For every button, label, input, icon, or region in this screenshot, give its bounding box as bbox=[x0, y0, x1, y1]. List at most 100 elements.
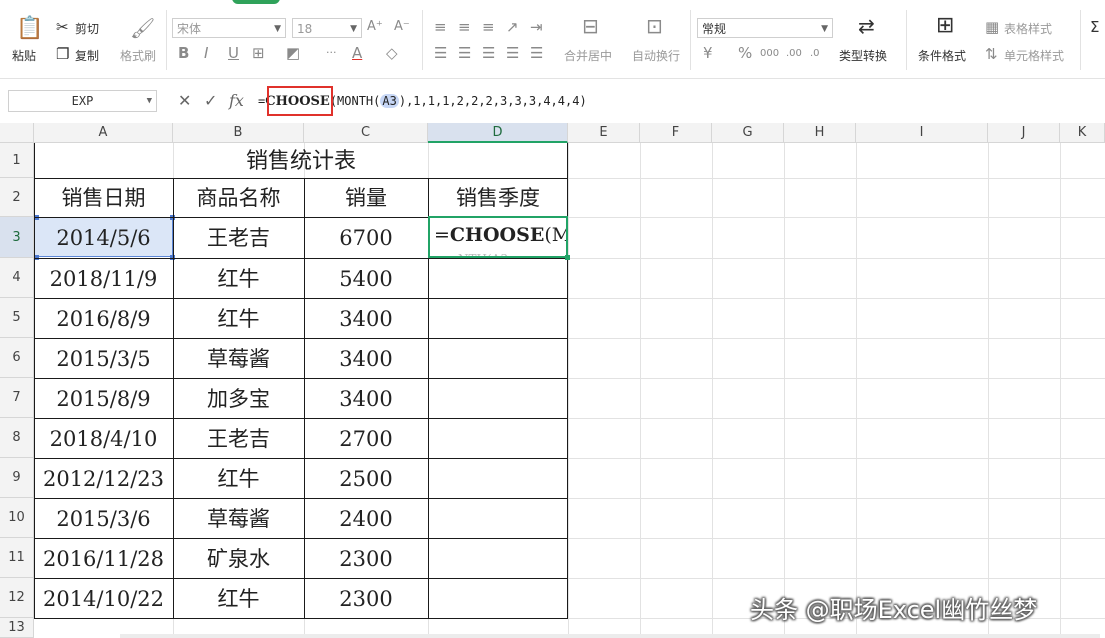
format-painter-icon[interactable]: 🖌 bbox=[130, 18, 155, 38]
font-size-select[interactable]: 18 ▼ bbox=[292, 18, 362, 38]
row-header-8[interactable]: 8 bbox=[0, 418, 34, 458]
row-header-2[interactable]: 2 bbox=[0, 178, 34, 217]
table-cell[interactable]: 王老吉 bbox=[173, 418, 304, 458]
confirm-icon[interactable]: ✓ bbox=[204, 91, 217, 111]
increase-font-icon[interactable]: A⁺ bbox=[367, 19, 383, 35]
column-header-j[interactable]: J bbox=[988, 123, 1060, 143]
italic-icon[interactable]: I bbox=[204, 45, 208, 61]
merge-center-button[interactable]: 合并居中 bbox=[564, 47, 612, 64]
indent-icon[interactable]: ⇥ bbox=[530, 19, 543, 35]
table-cell[interactable]: 2015/8/9 bbox=[34, 378, 173, 418]
table-cell[interactable]: 2018/4/10 bbox=[34, 418, 173, 458]
align-top-icon[interactable]: ≡ bbox=[434, 19, 447, 35]
table-cell[interactable]: 3400 bbox=[304, 378, 428, 418]
table-cell[interactable]: 2014/5/6 bbox=[34, 217, 173, 258]
orientation-icon[interactable]: ↗ bbox=[506, 19, 519, 35]
distributed-icon[interactable]: ☰ bbox=[530, 45, 543, 61]
align-left-icon[interactable]: ☰ bbox=[434, 45, 447, 61]
name-box[interactable]: EXP ▼ bbox=[8, 90, 157, 112]
conditional-format-icon[interactable]: ⊞ bbox=[936, 15, 954, 37]
type-convert-button[interactable]: 类型转换 bbox=[839, 47, 887, 64]
row-header-13[interactable]: 13 bbox=[0, 618, 34, 638]
cell-style-icon[interactable]: ⇅ bbox=[985, 46, 998, 62]
align-middle-icon[interactable]: ≡ bbox=[458, 19, 471, 35]
sum-icon[interactable]: Σ bbox=[1090, 19, 1099, 35]
fill-color-icon[interactable]: ◩ bbox=[286, 45, 300, 61]
table-cell[interactable]: 5400 bbox=[304, 258, 428, 298]
fill-handle[interactable] bbox=[565, 255, 570, 260]
wrap-text-icon[interactable]: ⊡ bbox=[646, 16, 663, 36]
active-cell-d3[interactable]: =CHOOSE(MO NTH(A3 bbox=[428, 216, 568, 258]
column-header-b[interactable]: B bbox=[173, 123, 304, 143]
row-header-10[interactable]: 10 bbox=[0, 498, 34, 538]
eraser-icon[interactable]: ◇ bbox=[386, 45, 398, 61]
table-cell[interactable]: 2014/10/22 bbox=[34, 578, 173, 618]
table-cell[interactable]: 红牛 bbox=[173, 578, 304, 618]
active-tab-indicator[interactable] bbox=[232, 0, 280, 4]
table-cell[interactable]: 2300 bbox=[304, 578, 428, 618]
align-right-icon[interactable]: ☰ bbox=[482, 45, 495, 61]
cut-button[interactable]: 剪切 bbox=[75, 20, 99, 37]
table-cell[interactable]: 矿泉水 bbox=[173, 538, 304, 578]
table-cell[interactable]: 草莓酱 bbox=[173, 338, 304, 378]
row-header-9[interactable]: 9 bbox=[0, 458, 34, 498]
cancel-icon[interactable]: ✕ bbox=[178, 91, 191, 111]
currency-icon[interactable]: ¥ bbox=[703, 45, 713, 61]
cell-style-button[interactable]: 单元格样式 bbox=[1004, 47, 1064, 64]
number-format-select[interactable]: 常规 ▼ bbox=[697, 18, 833, 38]
horizontal-scrollbar[interactable] bbox=[120, 634, 1100, 638]
table-style-icon[interactable]: ▦ bbox=[985, 19, 999, 35]
scissors-icon[interactable]: ✂ bbox=[56, 19, 69, 35]
align-center-icon[interactable]: ☰ bbox=[458, 45, 471, 61]
column-header-d[interactable]: D bbox=[428, 123, 568, 143]
justify-icon[interactable]: ☰ bbox=[506, 45, 519, 61]
row-header-3[interactable]: 3 bbox=[0, 217, 34, 258]
column-header-c[interactable]: C bbox=[304, 123, 428, 143]
table-cell[interactable]: 王老吉 bbox=[173, 217, 304, 258]
decrease-font-icon[interactable]: A⁻ bbox=[394, 19, 410, 35]
copy-icon[interactable]: ❐ bbox=[56, 46, 69, 62]
row-header-4[interactable]: 4 bbox=[0, 258, 34, 298]
table-cell[interactable]: 2400 bbox=[304, 498, 428, 538]
row-header-5[interactable]: 5 bbox=[0, 298, 34, 338]
underline-icon[interactable]: U bbox=[228, 45, 239, 61]
column-header-i[interactable]: I bbox=[856, 123, 988, 143]
select-all-corner[interactable] bbox=[0, 123, 34, 143]
row-header-12[interactable]: 12 bbox=[0, 578, 34, 618]
table-cell[interactable]: 2016/11/28 bbox=[34, 538, 173, 578]
insert-function-icon[interactable]: fx bbox=[229, 91, 244, 111]
wrap-text-button[interactable]: 自动换行 bbox=[632, 47, 680, 64]
row-header-6[interactable]: 6 bbox=[0, 338, 34, 378]
table-cell[interactable]: 6700 bbox=[304, 217, 428, 258]
paste-icon[interactable]: 📋 bbox=[16, 18, 43, 40]
column-header-a[interactable]: A bbox=[34, 123, 173, 143]
table-cell[interactable]: 3400 bbox=[304, 298, 428, 338]
table-cell[interactable]: 红牛 bbox=[173, 458, 304, 498]
merge-center-icon[interactable]: ⊟ bbox=[582, 16, 599, 36]
copy-button[interactable]: 复制 bbox=[75, 47, 99, 64]
row-header-1[interactable]: 1 bbox=[0, 143, 34, 178]
row-header-7[interactable]: 7 bbox=[0, 378, 34, 418]
font-name-select[interactable]: 宋体 ▼ bbox=[172, 18, 286, 38]
table-cell[interactable]: 3400 bbox=[304, 338, 428, 378]
column-header-k[interactable]: K bbox=[1060, 123, 1105, 143]
table-cell[interactable]: 2016/8/9 bbox=[34, 298, 173, 338]
bold-icon[interactable]: B bbox=[178, 45, 189, 61]
table-cell[interactable]: 2015/3/6 bbox=[34, 498, 173, 538]
format-painter-button[interactable]: 格式刷 bbox=[120, 47, 156, 64]
paste-button[interactable]: 粘贴 bbox=[12, 47, 36, 64]
type-convert-icon[interactable]: ⇄ bbox=[858, 16, 875, 36]
more-options-icon[interactable]: ··· bbox=[326, 45, 337, 61]
align-bottom-icon[interactable]: ≡ bbox=[482, 19, 495, 35]
thousands-icon[interactable]: 000 bbox=[760, 46, 779, 62]
conditional-format-button[interactable]: 条件格式 bbox=[918, 47, 966, 64]
column-header-e[interactable]: E bbox=[568, 123, 640, 143]
table-cell[interactable]: 红牛 bbox=[173, 258, 304, 298]
table-cell[interactable]: 2012/12/23 bbox=[34, 458, 173, 498]
table-cell[interactable]: 2300 bbox=[304, 538, 428, 578]
table-cell[interactable]: 2500 bbox=[304, 458, 428, 498]
table-cell[interactable]: 2018/11/9 bbox=[34, 258, 173, 298]
table-cell[interactable]: 2700 bbox=[304, 418, 428, 458]
table-cell[interactable]: 红牛 bbox=[173, 298, 304, 338]
column-header-f[interactable]: F bbox=[640, 123, 712, 143]
